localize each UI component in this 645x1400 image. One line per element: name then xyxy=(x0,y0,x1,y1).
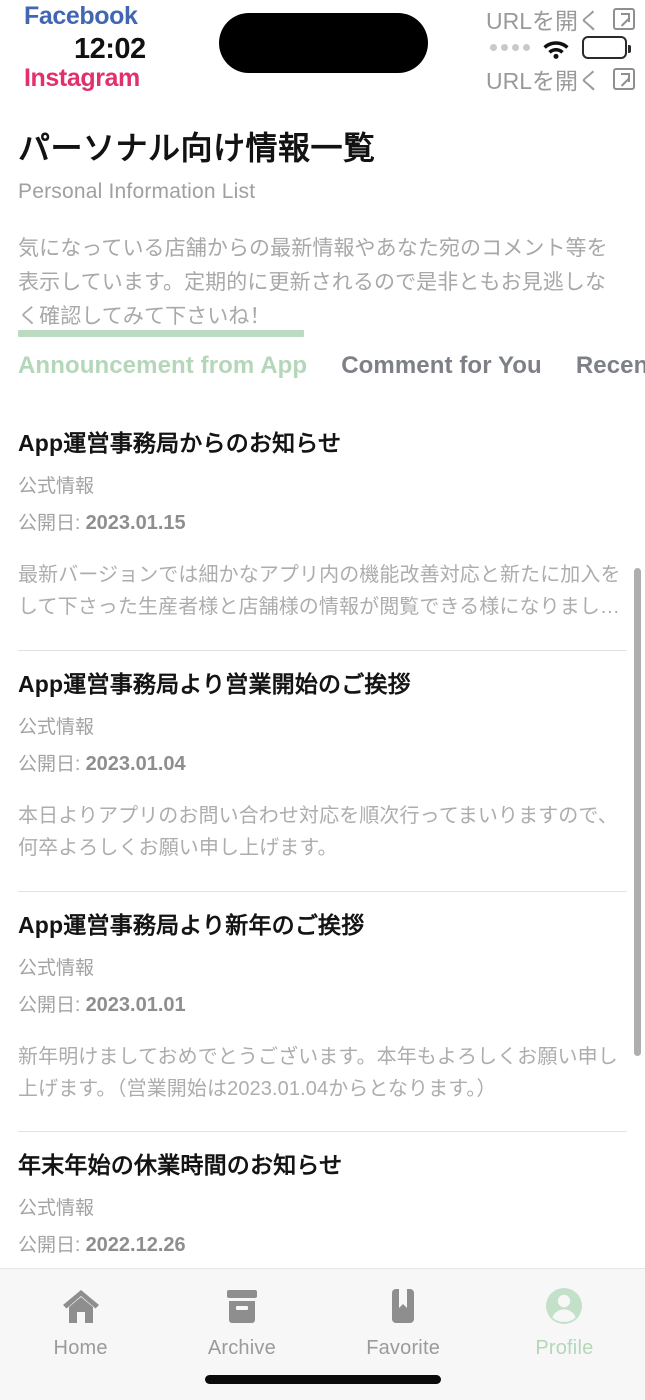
list-item-title: App運営事務局より営業開始のご挨拶 xyxy=(18,670,411,697)
facebook-brand-label: Facebook xyxy=(24,2,138,30)
list-item[interactable]: 年末年始の休業時間のお知らせ 公式情報 公開日: 2022.12.26 いつもあ… xyxy=(0,1132,645,1268)
status-bar-clock: 12:02 xyxy=(74,33,146,65)
list-item[interactable]: App運営事務局より新年のご挨拶 公式情報 公開日: 2023.01.01 新年… xyxy=(0,892,645,1133)
bottom-navigation-bar: Home Archive Favorite Profile xyxy=(0,1268,645,1400)
list-item-date-value: 2023.01.01 xyxy=(85,993,186,1016)
home-icon xyxy=(62,1290,99,1323)
nav-label-home: Home xyxy=(53,1337,108,1359)
list-item-date: 公開日: 2023.01.01 xyxy=(18,990,627,1017)
open-url-label-bottom: URLを開く xyxy=(485,68,601,94)
tab-comment-for-you[interactable]: Comment for You xyxy=(341,352,542,380)
instagram-brand-label: Instagram xyxy=(24,64,140,92)
bookmark-icon xyxy=(392,1289,415,1323)
list-item-title: App運営事務局からのお知らせ xyxy=(18,430,342,456)
archive-icon xyxy=(226,1290,257,1323)
external-link-icon[interactable] xyxy=(613,8,635,30)
nav-label-archive: Archive xyxy=(207,1337,276,1359)
list-item-date: 公開日: 2023.01.04 xyxy=(18,749,627,776)
tab-recent[interactable]: Recent xyxy=(576,352,645,380)
tab-list: Announcement from App Comment for You Re… xyxy=(18,352,645,380)
announcement-list[interactable]: App運営事務局からのお知らせ 公式情報 公開日: 2023.01.15 最新バ… xyxy=(0,410,645,1268)
tab-announcement-from-app[interactable]: Announcement from App xyxy=(18,352,307,380)
list-item[interactable]: App運営事務局からのお知らせ 公式情報 公開日: 2023.01.15 最新バ… xyxy=(0,410,645,651)
list-item[interactable]: App運営事務局より営業開始のご挨拶 公式情報 公開日: 2023.01.04 … xyxy=(0,651,645,892)
list-item-date-value: 2023.01.04 xyxy=(85,752,186,775)
list-item-body: 本日よりアプリのお問い合わせ対応を順次行ってまいりますので、何卒よろしくお願い申… xyxy=(18,804,618,860)
list-item-date-value: 2022.12.26 xyxy=(85,1234,186,1257)
list-item-date-label: 公開日: xyxy=(18,1235,81,1257)
nav-item-profile[interactable]: Profile xyxy=(484,1285,645,1360)
list-item-body: 新年明けましておめでとうございます。本年もよろしくお願い申し上げます。（営業開始… xyxy=(18,1045,618,1100)
list-item-date-value: 2023.01.15 xyxy=(85,512,186,534)
external-link-icon[interactable] xyxy=(613,68,635,90)
dynamic-island xyxy=(219,13,428,73)
wifi-icon xyxy=(543,40,569,59)
open-url-link-bottom[interactable]: URLを開く xyxy=(486,62,635,96)
person-icon xyxy=(546,1288,583,1324)
list-item-date-label: 公開日: xyxy=(18,753,81,775)
list-item-date: 公開日: 2022.12.26 xyxy=(18,1230,627,1257)
nav-item-favorite[interactable]: Favorite xyxy=(323,1285,484,1360)
page-header: パーソナル向け情報一覧 Personal Information List 気に… xyxy=(0,100,645,334)
status-bar: Facebook 12:02 Instagram URLを開く URLを開く xyxy=(0,0,645,100)
status-bar-indicators xyxy=(490,36,631,59)
list-item-title: 年末年始の休業時間のお知らせ xyxy=(18,1152,343,1179)
signal-dots-icon xyxy=(490,44,530,51)
list-item-title: App運営事務局より新年のご挨拶 xyxy=(18,911,365,938)
list-item-category: 公式情報 xyxy=(18,716,95,738)
list-item-date-label: 公開日: xyxy=(18,994,81,1016)
page-subtitle: Personal Information List xyxy=(18,179,256,203)
battery-icon xyxy=(582,36,631,59)
list-item-date-label: 公開日: xyxy=(18,513,81,534)
list-item-category: 公式情報 xyxy=(18,476,95,497)
list-item-body: 最新バージョンでは細かなアプリ内の機能改善対応と新たに加入をして下さった生産者様… xyxy=(18,564,621,619)
open-url-link-top[interactable]: URLを開く xyxy=(486,2,635,36)
list-item-category: 公式情報 xyxy=(18,957,95,979)
vertical-scrollbar[interactable] xyxy=(634,568,641,1056)
nav-label-profile: Profile xyxy=(535,1337,594,1359)
open-url-label-top: URLを開く xyxy=(485,8,601,34)
page-title: パーソナル向け情報一覧 xyxy=(18,130,376,166)
tab-active-underline xyxy=(18,330,304,337)
nav-item-archive[interactable]: Archive xyxy=(161,1285,322,1360)
nav-item-home[interactable]: Home xyxy=(0,1285,161,1360)
home-indicator xyxy=(204,1375,441,1384)
page-description: 気になっている店舗からの最新情報やあなた宛のコメント等を表示しています。定期的に… xyxy=(18,236,608,328)
list-item-category: 公式情報 xyxy=(18,1198,95,1220)
nav-label-favorite: Favorite xyxy=(366,1337,441,1359)
list-item-date: 公開日: 2023.01.15 xyxy=(18,508,627,535)
